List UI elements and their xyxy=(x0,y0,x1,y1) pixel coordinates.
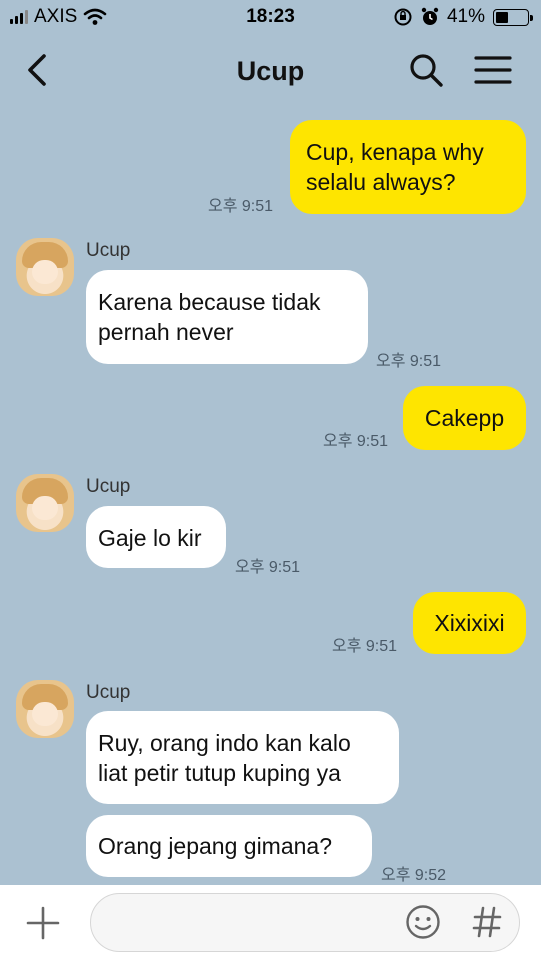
avatar[interactable] xyxy=(16,680,74,738)
message-time: 오후 9:51 xyxy=(235,559,301,576)
message-time: 오후 9:51 xyxy=(376,353,442,370)
avatar[interactable] xyxy=(16,474,74,532)
battery-percent: 41% xyxy=(446,6,485,27)
message-bubble-sent[interactable]: Cakepp xyxy=(403,386,526,450)
message-bubble-sent[interactable]: Xixixixi xyxy=(413,592,526,654)
message-time: 오후 9:51 xyxy=(323,433,389,450)
rotation-lock-icon xyxy=(394,8,412,26)
message-text: Karena because tidak pernah never xyxy=(98,289,321,345)
search-icon[interactable] xyxy=(408,52,444,88)
message-text: Ruy, orang indo kan kalo liat petir tutu… xyxy=(98,730,351,786)
message-time: 오후 9:52 xyxy=(381,867,447,884)
message-time: 오후 9:51 xyxy=(332,638,398,655)
message-bubble-received[interactable]: Karena because tidak pernah never xyxy=(86,270,368,364)
avatar[interactable] xyxy=(16,238,74,296)
plus-icon[interactable] xyxy=(26,906,60,940)
menu-icon[interactable] xyxy=(474,54,512,86)
message-bubble-sent[interactable]: Cup, kenapa why selalu always? xyxy=(290,120,526,214)
sender-name: Ucup xyxy=(86,682,131,703)
chat-header: Ucup xyxy=(0,40,541,100)
emoji-icon[interactable] xyxy=(405,904,441,940)
message-time: 오후 9:51 xyxy=(208,198,274,215)
message-text: Cakepp xyxy=(424,405,505,431)
message-bubble-received[interactable]: Orang jepang gimana? xyxy=(86,815,372,877)
message-input[interactable] xyxy=(90,893,520,952)
battery-icon xyxy=(493,8,533,26)
message-text: Xixixixi xyxy=(434,610,505,636)
sender-name: Ucup xyxy=(86,476,131,497)
message-text: Gaje lo kir xyxy=(98,525,202,551)
alarm-icon xyxy=(421,7,439,25)
sender-name: Ucup xyxy=(86,240,131,261)
message-text: Cup, kenapa why selalu always? xyxy=(306,139,484,195)
message-text: Orang jepang gimana? xyxy=(98,833,332,859)
message-bubble-received[interactable]: Gaje lo kir xyxy=(86,506,226,568)
message-input-bar xyxy=(0,885,541,960)
message-bubble-received[interactable]: Ruy, orang indo kan kalo liat petir tutu… xyxy=(86,711,399,804)
hashtag-icon[interactable] xyxy=(471,904,503,940)
status-bar: AXIS 18:23 41% xyxy=(0,0,541,34)
chat-title: Ucup xyxy=(236,56,305,86)
